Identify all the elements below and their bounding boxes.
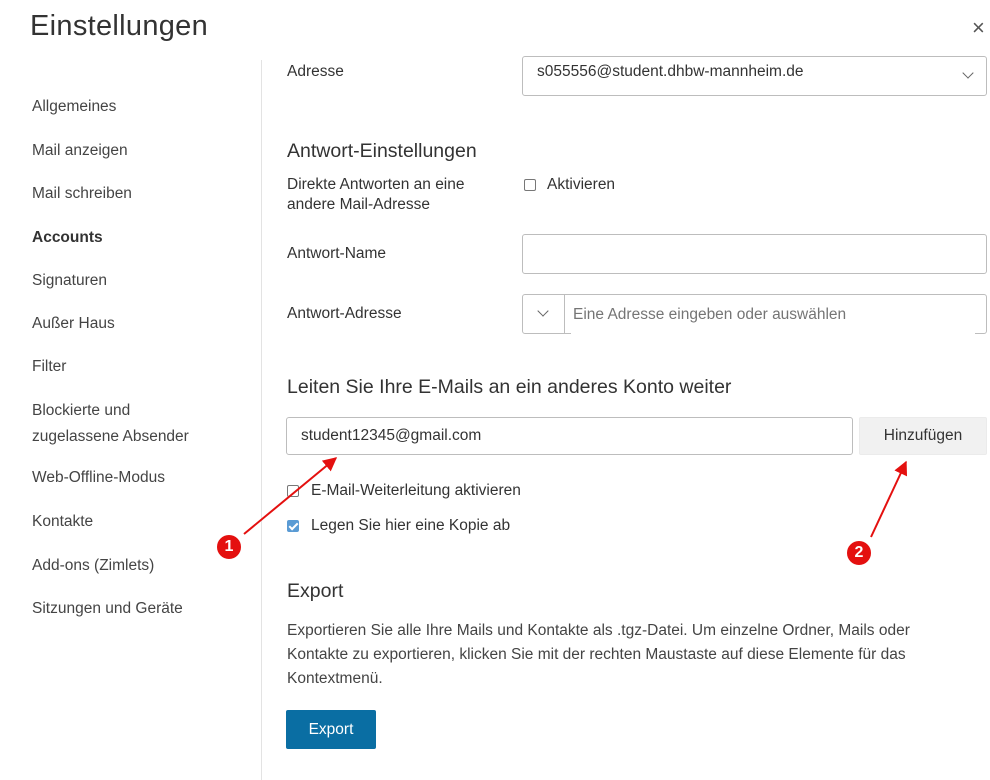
export-description-line1: Exportieren Sie alle Ihre Mails und Kont…	[287, 622, 910, 639]
enable-forward-checkbox[interactable]	[287, 485, 299, 497]
sidebar-item-signaturen[interactable]: Signaturen	[32, 270, 107, 292]
add-forward-button[interactable]: Hinzufügen	[859, 417, 987, 455]
sidebar-item-label: zugelassene Absender	[32, 428, 189, 445]
sidebar-item-sitzungen[interactable]: Sitzungen und Geräte	[32, 598, 183, 620]
sidebar-item-addons[interactable]: Add-ons (Zimlets)	[32, 555, 154, 577]
keep-copy-checkbox[interactable]	[287, 520, 299, 532]
forward-section-title: Leiten Sie Ihre E-Mails an ein anderes K…	[287, 376, 732, 398]
address-label: Adresse	[287, 63, 344, 80]
reply-name-input[interactable]	[522, 234, 987, 274]
sidebar-divider	[261, 60, 262, 780]
close-icon[interactable]: ×	[972, 16, 990, 40]
sidebar-item-label: Blockierte und	[32, 402, 131, 419]
activate-reply-checkbox[interactable]	[524, 179, 536, 191]
sidebar-item-filter[interactable]: Filter	[32, 356, 66, 378]
sidebar-item-mail-schreiben[interactable]: Mail schreiben	[32, 183, 132, 205]
reply-address-combobox[interactable]	[522, 294, 987, 334]
annotation-badge-1: 1	[215, 533, 243, 561]
direct-reply-label-line2: andere Mail-Adresse	[287, 196, 431, 213]
reply-address-dropdown-toggle[interactable]	[523, 295, 565, 333]
export-description: Exportieren Sie alle Ihre Mails und Kont…	[287, 619, 977, 691]
sidebar-item-blockierte-absender[interactable]: Blockierte und zugelassene Absender	[32, 400, 189, 448]
export-description-line3: Kontextmenü.	[287, 670, 383, 687]
enable-forward-label: E-Mail-Weiterleitung aktivieren	[311, 482, 521, 499]
address-select-value: s055556@student.dhbw-mannheim.de	[537, 63, 804, 80]
sidebar-item-allgemeines[interactable]: Allgemeines	[32, 96, 116, 118]
direct-reply-label-line1: Direkte Antworten an eine	[287, 176, 465, 193]
chevron-down-icon	[537, 305, 549, 317]
sidebar-item-kontakte[interactable]: Kontakte	[32, 511, 93, 533]
export-button[interactable]: Export	[286, 710, 376, 749]
reply-section-title: Antwort-Einstellungen	[287, 140, 477, 162]
keep-copy-label: Legen Sie hier eine Kopie ab	[311, 517, 511, 534]
chevron-down-icon	[962, 67, 974, 79]
export-description-line2: Kontakte zu exportieren, klicken Sie mit…	[287, 646, 906, 663]
direct-reply-label: Direkte Antworten an eine andere Mail-Ad…	[287, 175, 465, 215]
annotation-arrow-2	[870, 460, 908, 538]
sidebar-item-web-offline[interactable]: Web-Offline-Modus	[32, 467, 165, 489]
page-title: Einstellungen	[30, 10, 209, 42]
sidebar-item-accounts[interactable]: Accounts	[32, 227, 103, 249]
export-section-title: Export	[287, 580, 344, 602]
sidebar-item-mail-anzeigen[interactable]: Mail anzeigen	[32, 140, 128, 162]
forward-email-input[interactable]	[286, 417, 853, 455]
reply-address-input[interactable]	[571, 296, 975, 334]
address-select[interactable]: s055556@student.dhbw-mannheim.de	[522, 56, 987, 96]
annotation-badge-2: 2	[845, 539, 873, 567]
activate-reply-label: Aktivieren	[547, 176, 616, 193]
reply-name-label: Antwort-Name	[287, 245, 387, 262]
reply-address-label: Antwort-Adresse	[287, 305, 402, 322]
sidebar-item-ausser-haus[interactable]: Außer Haus	[32, 313, 115, 335]
